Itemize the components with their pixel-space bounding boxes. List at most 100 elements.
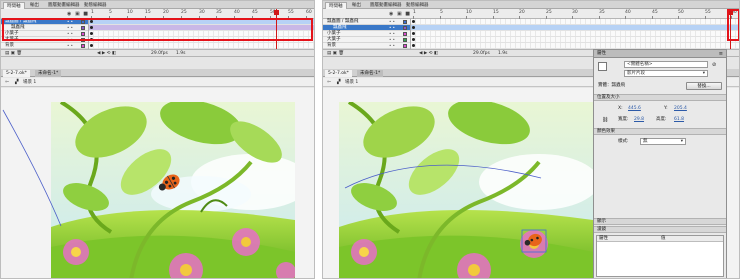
- layer-color-swatch[interactable]: [81, 44, 85, 48]
- layer-color-swatch[interactable]: [403, 32, 407, 36]
- frame-ruler[interactable]: 1 5 10 15 20 25 30 35 40 45 50 55 60: [411, 9, 739, 19]
- section-filters-label: 濾鏡: [597, 227, 606, 232]
- panel-tab-bar: 時間軸 輸出 圖層動畫編輯器 動態編輯器: [1, 1, 314, 9]
- ruler-tick-label: 50: [678, 10, 684, 15]
- section-position-size[interactable]: 位置及大小: [594, 94, 726, 101]
- doc-tab-2[interactable]: 未命名-1*: [35, 70, 62, 77]
- ruler-tick-label: 30: [572, 10, 578, 15]
- tab-motion-editor[interactable]: 動態編輯器: [81, 2, 110, 9]
- highlight-box: [2, 18, 313, 41]
- tab-timeline[interactable]: 時間軸: [325, 2, 347, 9]
- ruler-tick-label: 15: [145, 10, 151, 15]
- col-value: 值: [661, 236, 666, 241]
- playback-icons[interactable]: ◀ ▶ ⟲ ◧: [419, 50, 438, 57]
- tab-output[interactable]: 輸出: [27, 2, 42, 9]
- ruler-tick-label: 1: [413, 10, 416, 15]
- layer-tools-icons[interactable]: ▤ ▣ 🗑: [5, 50, 22, 57]
- time-readout: 1.9s: [176, 51, 186, 56]
- layer-tools-icons[interactable]: ▤ ▣ 🗑: [327, 50, 344, 57]
- instance-name-input[interactable]: <實體名稱>: [624, 61, 708, 68]
- left-screenshot: 時間軸 輸出 圖層動畫編輯器 動態編輯器 ◉ ▣ ■ 1 5 10 15 20 25 30 3…: [0, 0, 315, 279]
- style-select[interactable]: 無 ▾: [640, 138, 686, 145]
- doc-tab-1[interactable]: 5-2-7.ok*: [325, 70, 352, 77]
- ruler-tick-label: 5: [109, 10, 112, 15]
- ruler-tick-label: 25: [181, 10, 187, 15]
- ruler-tick-label: 20: [163, 10, 169, 15]
- keyframe[interactable]: [412, 44, 415, 47]
- playback-icons[interactable]: ◀ ▶ ⟲ ◧: [97, 50, 116, 57]
- document-tabs: 5-2-7.ok* 未命名-1*: [1, 69, 314, 77]
- keyframe[interactable]: [412, 20, 415, 23]
- section-color-label: 顏色效果: [597, 129, 615, 134]
- height-value[interactable]: 61.8: [674, 117, 684, 123]
- time-readout: 1.9s: [498, 51, 508, 56]
- filters-header: 屬性 值: [597, 236, 723, 242]
- right-screenshot: 時間軸 輸出 圖層動畫編輯器 動態編輯器 ◉ ▣ ■ 1 5 10 15 20 25 30 3…: [322, 0, 740, 279]
- width-value[interactable]: 29.8: [634, 117, 644, 123]
- ruler-tick-label: 10: [466, 10, 472, 15]
- style-value: 無: [643, 139, 648, 144]
- doc-tab-2[interactable]: 未命名-1*: [357, 70, 384, 77]
- back-arrow-icon[interactable]: ⇦: [327, 78, 331, 87]
- meadow-illustration: [51, 102, 295, 278]
- ruler-tick-label: 1: [91, 10, 94, 15]
- playhead-handle[interactable]: [274, 10, 279, 15]
- breadcrumb[interactable]: 場景 1: [23, 78, 36, 87]
- chevron-down-icon: ▾: [702, 71, 705, 76]
- tab-motion-editor[interactable]: 動態編輯器: [403, 2, 432, 9]
- breadcrumb[interactable]: 場景 1: [345, 78, 358, 87]
- filters-table: 屬性 值: [596, 235, 724, 277]
- doc-tab-1[interactable]: 5-2-7.ok*: [3, 70, 30, 77]
- fps-readout: 29.0fps: [473, 51, 490, 56]
- ruler-tick-label: 10: [127, 10, 133, 15]
- ruler-tick-label: 55: [705, 10, 711, 15]
- ruler-tick-label: 35: [599, 10, 605, 15]
- ruler-tick-label: 35: [216, 10, 222, 15]
- layer-color-swatch[interactable]: [403, 38, 407, 42]
- ruler-tick-label: 25: [546, 10, 552, 15]
- layer-toggle-icons[interactable]: ◉ ▣ ■: [389, 11, 411, 17]
- y-value[interactable]: 205.4: [674, 106, 687, 112]
- tab-timeline[interactable]: 時間軸: [3, 2, 25, 9]
- instance-of-label: 實體：瓢蟲飛: [598, 83, 625, 88]
- ruler-tick-label: 45: [652, 10, 658, 15]
- scene-icon: ▞: [337, 80, 341, 85]
- keyframe[interactable]: [412, 32, 415, 35]
- frame-grid[interactable]: [411, 19, 739, 49]
- panel-menu-icon[interactable]: ≡: [719, 51, 723, 57]
- timeline-footer: ▤ ▣ 🗑 ◀ ▶ ⟲ ◧ 29.0fps 1.9s: [1, 49, 314, 57]
- lock-icon[interactable]: ⛓: [602, 117, 608, 123]
- section-display[interactable]: 顯示: [594, 218, 726, 225]
- symbol-icon: [598, 62, 607, 71]
- ruler-tick-label: 5: [440, 10, 443, 15]
- width-label: 寬度:: [618, 117, 629, 122]
- keyframe[interactable]: [412, 26, 415, 29]
- tab-motion-layers[interactable]: 圖層動畫編輯器: [45, 2, 83, 9]
- properties-title: 屬性: [594, 50, 726, 58]
- ruler-tick-label: 55: [288, 10, 294, 15]
- section-filters[interactable]: 濾鏡: [594, 226, 726, 233]
- layer-toggle-icons[interactable]: ◉ ▣ ■: [67, 11, 89, 17]
- layer-color-swatch[interactable]: [403, 26, 407, 30]
- layer-color-swatch[interactable]: [403, 44, 407, 48]
- ruler-tick-label: 40: [234, 10, 240, 15]
- symbol-type-select[interactable]: 影片片段 ▾: [624, 70, 708, 77]
- ruler-tick-label: 30: [199, 10, 205, 15]
- back-arrow-icon[interactable]: ⇦: [5, 78, 9, 87]
- tab-motion-layers[interactable]: 圖層動畫編輯器: [367, 2, 405, 9]
- layer-color-swatch[interactable]: [403, 20, 407, 24]
- swap-button[interactable]: 替換...: [686, 82, 722, 90]
- fps-readout: 29.0fps: [151, 51, 168, 56]
- motion-path-guide: [344, 164, 542, 189]
- tab-output[interactable]: 輸出: [349, 2, 364, 9]
- section-color-effect[interactable]: 顏色效果: [594, 128, 726, 135]
- link-icon[interactable]: ⊘: [712, 62, 716, 68]
- ruler-tick-label: 20: [519, 10, 525, 15]
- x-value[interactable]: 445.6: [628, 106, 641, 112]
- edit-bar: ⇦ ▞ 場景 1: [1, 78, 314, 87]
- keyframe[interactable]: [412, 38, 415, 41]
- keyframe[interactable]: [90, 44, 93, 47]
- ruler-tick-label: 45: [252, 10, 258, 15]
- section-position-label: 位置及大小: [597, 95, 620, 100]
- x-label: X:: [618, 106, 623, 111]
